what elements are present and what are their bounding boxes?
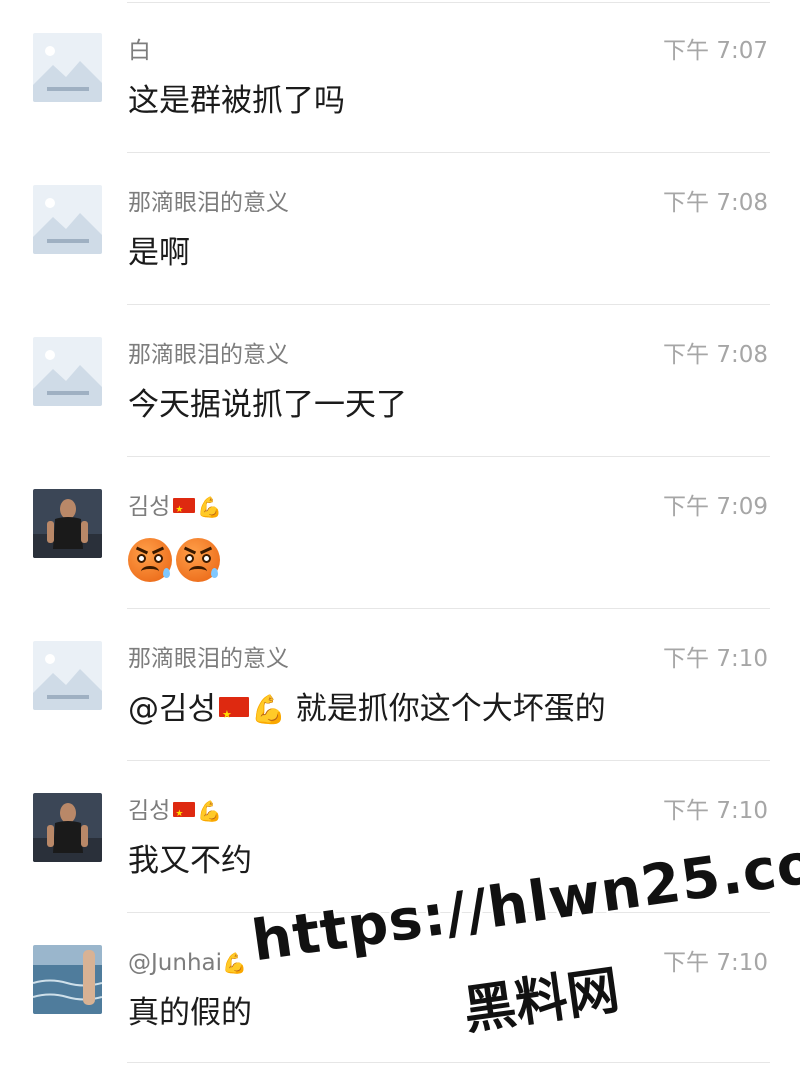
message-row[interactable]: 那滴眼泪的意义 下午 7:10 @김성 💪 就是抓你这个大坏蛋的 (0, 608, 800, 761)
message-text: 是啊 (128, 235, 190, 271)
message-row[interactable]: 김성 💪 下午 7:10 我又不约 (0, 760, 800, 913)
avatar[interactable] (33, 945, 102, 1014)
message-text: 真的假的 (128, 995, 252, 1031)
flexed-bicep-icon: 💪 (251, 693, 286, 726)
message-text: 今天据说抓了一天了 (128, 387, 407, 423)
china-flag-icon (219, 694, 250, 736)
message-time: 下午 7:10 (663, 798, 768, 824)
sender-name: 那滴眼泪的意义 (128, 190, 289, 216)
landscape-placeholder-icon (33, 641, 102, 710)
man-photo (33, 489, 102, 558)
message-time: 下午 7:08 (663, 190, 768, 216)
sender-name: 那滴眼泪的意义 (128, 646, 289, 672)
message-row[interactable]: 김성 💪 下午 7:09 (0, 456, 800, 609)
avatar[interactable] (33, 489, 102, 558)
angry-face-icon (128, 538, 172, 582)
message-emoji (128, 538, 224, 587)
message-row[interactable]: 那滴眼泪的意义 下午 7:08 是啊 (0, 152, 800, 305)
message-text: 这是群被抓了吗 (128, 83, 345, 119)
flexed-bicep-icon: 💪 (197, 495, 223, 519)
flexed-bicep-icon: 💪 (222, 951, 247, 975)
message-time: 下午 7:08 (663, 342, 768, 368)
chat-message-list: 白 下午 7:07 这是群被抓了吗 那滴眼泪的意义 下午 7:08 是啊 那滴眼… (0, 0, 800, 1089)
sender-name: 김성 💪 (128, 492, 223, 525)
angry-face-icon (176, 538, 220, 582)
sender-name: 那滴眼泪的意义 (128, 342, 289, 368)
message-time: 下午 7:09 (663, 494, 768, 520)
message-row[interactable]: 白 下午 7:07 这是群被抓了吗 (0, 0, 800, 153)
sender-name-text: @Junhai (128, 950, 222, 976)
sender-name: 白 (128, 38, 151, 64)
sender-name-text: 김성 (128, 798, 171, 824)
sender-name: @Junhai💪 (128, 948, 247, 978)
message-row[interactable]: @Junhai💪 下午 7:10 真的假的 (0, 912, 800, 1064)
sender-name: 김성 💪 (128, 796, 223, 829)
message-text: @김성 💪 就是抓你这个大坏蛋的 (128, 688, 606, 736)
message-text: 我又不约 (128, 843, 252, 879)
avatar[interactable] (33, 33, 102, 102)
avatar[interactable] (33, 641, 102, 710)
china-flag-icon (173, 495, 196, 525)
mention[interactable]: @김성 (128, 691, 216, 727)
landscape-placeholder-icon (33, 185, 102, 254)
message-time: 下午 7:10 (663, 950, 768, 976)
landscape-placeholder-icon (33, 33, 102, 102)
flexed-bicep-icon: 💪 (197, 799, 223, 823)
man-photo (33, 793, 102, 862)
message-body: 就是抓你这个大坏蛋的 (295, 691, 606, 727)
china-flag-icon (173, 799, 196, 829)
sender-name-text: 김성 (128, 494, 171, 520)
avatar[interactable] (33, 185, 102, 254)
avatar[interactable] (33, 337, 102, 406)
message-row[interactable]: 那滴眼泪的意义 下午 7:08 今天据说抓了一天了 (0, 304, 800, 457)
message-time: 下午 7:10 (663, 646, 768, 672)
landscape-placeholder-icon (33, 337, 102, 406)
sea-photo (33, 945, 102, 1014)
avatar[interactable] (33, 793, 102, 862)
divider (127, 1062, 770, 1063)
message-time: 下午 7:07 (663, 38, 768, 64)
